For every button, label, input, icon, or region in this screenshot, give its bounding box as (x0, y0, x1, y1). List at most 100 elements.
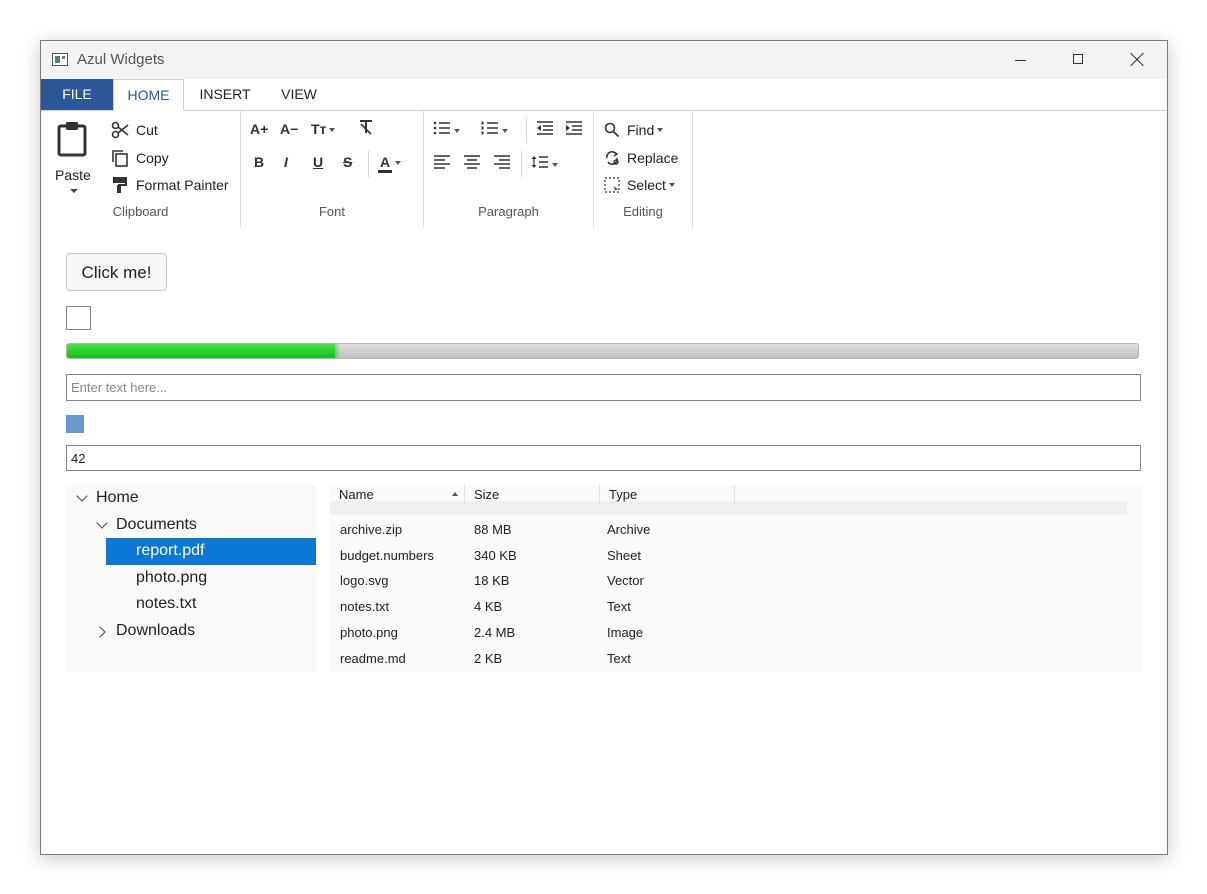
find-button[interactable]: Find (604, 119, 664, 141)
tab-file[interactable]: FILE (41, 79, 113, 110)
paragraph-group: Paragraph (424, 111, 594, 227)
paste-label: Paste (55, 167, 91, 183)
number-input[interactable]: 42 (66, 445, 1141, 471)
numbering-button[interactable] (481, 121, 508, 138)
column-separator[interactable] (734, 485, 735, 505)
select-button[interactable]: Select (604, 174, 675, 196)
font-separator (368, 151, 369, 177)
bullets-button[interactable] (433, 121, 460, 138)
bold-button[interactable]: B (254, 154, 264, 170)
minimize-icon (1015, 60, 1026, 61)
column-separator[interactable] (599, 485, 600, 505)
paragraph-separator (521, 151, 522, 177)
tree-label: Downloads (116, 622, 196, 639)
minimize-button[interactable] (992, 41, 1050, 79)
line-spacing-icon (531, 156, 548, 168)
font-color-label: A (378, 154, 393, 173)
cell-type: Sheet (607, 548, 641, 563)
cell-size: 340 KB (474, 548, 517, 563)
chevron-down-icon (395, 161, 402, 166)
maximize-button[interactable] (1049, 41, 1107, 79)
align-right-icon (494, 155, 510, 169)
tree-item-report-pdf[interactable]: report.pdf (136, 539, 204, 563)
editing-group-label: Editing (623, 204, 663, 219)
paste-dropdown-icon (70, 189, 78, 193)
format-painter-button[interactable]: Format Painter (111, 174, 229, 196)
chevron-down-icon (76, 490, 88, 502)
checkbox[interactable] (66, 306, 91, 330)
chevron-down-icon (657, 128, 664, 132)
cell-size: 4 KB (474, 599, 503, 614)
font-color-button[interactable]: A (378, 154, 402, 173)
column-header-name[interactable]: Name (339, 485, 374, 505)
close-button[interactable] (1107, 41, 1165, 79)
align-center-icon (464, 155, 480, 169)
tab-home[interactable]: HOME (113, 79, 184, 111)
italic-button[interactable]: I (284, 154, 288, 170)
cell-type: Image (607, 625, 644, 640)
increase-indent-button[interactable] (565, 121, 583, 138)
bullet-list-icon (433, 121, 450, 135)
line-spacing-button[interactable] (531, 155, 558, 172)
indent-icon (566, 121, 582, 135)
file-list: Name Size Type archive.zip 88 MB Archive b… (330, 485, 1141, 672)
cell-size: 18 KB (474, 573, 510, 588)
cell-name: photo.png (340, 625, 398, 640)
outdent-icon (537, 121, 553, 135)
font-group-label: Font (318, 204, 345, 219)
tree-label: Home (96, 489, 139, 506)
font-group: A+ A− Tт B I U S A Font (241, 111, 424, 227)
content-area: Click me! 42 Home Documents report.pdf p… (41, 229, 1167, 854)
paintbrush-icon (113, 177, 127, 193)
decrease-indent-button[interactable] (536, 121, 554, 138)
cell-type: Text (607, 599, 631, 614)
progress-fill (67, 344, 335, 358)
cell-size: 88 MB (474, 522, 512, 537)
app-icon (52, 53, 68, 66)
align-right-button[interactable] (493, 155, 511, 172)
list-header-bar (330, 501, 1127, 515)
find-label: Find (627, 122, 655, 138)
window-title: Azul Widgets (77, 51, 165, 68)
strikethrough-button[interactable]: S (343, 154, 352, 170)
click-me-button[interactable]: Click me! (66, 253, 167, 291)
editing-group: Find Replace Select Editing (594, 111, 693, 227)
column-header-size[interactable]: Size (474, 485, 499, 505)
align-center-button[interactable] (463, 155, 481, 172)
text-input[interactable] (66, 374, 1141, 401)
color-swatch[interactable] (66, 415, 84, 433)
tree-item-photo-png[interactable]: photo.png (136, 566, 207, 590)
close-icon (1130, 52, 1144, 66)
replace-icon (606, 151, 619, 165)
ribbon: Paste Cut Copy Format Painter Clipboard … (41, 111, 1167, 229)
tab-view[interactable]: VIEW (269, 79, 329, 110)
copy-button[interactable]: Copy (111, 147, 169, 169)
underline-button[interactable]: U (313, 154, 323, 170)
tree-label: notes.txt (136, 595, 197, 612)
cut-label: Cut (136, 122, 158, 138)
shrink-font-button[interactable]: A− (280, 121, 298, 137)
cell-name: logo.svg (340, 573, 389, 588)
tree-item-notes-txt[interactable]: notes.txt (136, 592, 196, 616)
cut-button[interactable]: Cut (111, 119, 158, 141)
replace-label: Replace (627, 150, 679, 166)
change-case-label: Tт (311, 121, 327, 137)
tab-insert[interactable]: INSERT (191, 79, 259, 110)
clear-format-button[interactable] (358, 119, 374, 138)
clear-format-icon (360, 120, 372, 135)
cell-type: Text (607, 651, 631, 666)
copy-icon (112, 150, 128, 167)
clipboard-group: Paste Cut Copy Format Painter Clipboard (41, 111, 241, 227)
replace-button[interactable]: Replace (604, 147, 678, 169)
chevron-down-icon (96, 517, 108, 529)
select-icon (604, 177, 620, 193)
column-separator[interactable] (464, 485, 465, 505)
app-window: Azul Widgets FILE HOME INSERT VIEW Paste (40, 40, 1168, 855)
change-case-button[interactable]: Tт (311, 121, 336, 137)
align-left-button[interactable] (433, 155, 451, 172)
align-left-icon (434, 155, 450, 169)
title-bar[interactable]: Azul Widgets (41, 41, 1167, 79)
column-header-type[interactable]: Type (609, 485, 637, 505)
grow-font-button[interactable]: A+ (250, 121, 268, 137)
chevron-down-icon (552, 163, 558, 168)
